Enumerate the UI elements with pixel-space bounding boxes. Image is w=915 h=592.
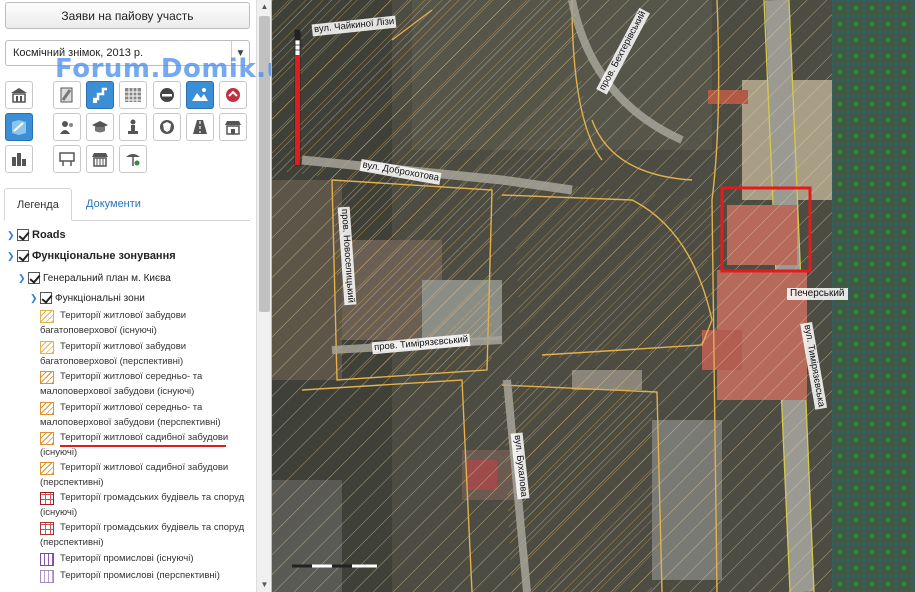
park-icon[interactable]: [119, 145, 147, 173]
legend-swatch: [40, 522, 54, 535]
basemap-select[interactable]: Космічний знімок, 2013 р. ▼: [5, 40, 250, 66]
apply-participation-button[interactable]: Заяви на пайову участь: [5, 2, 250, 29]
legend-text: Території житлової забудови: [60, 341, 187, 352]
tree-item-general-plan[interactable]: ❯ Генеральний план м. Києва: [18, 272, 171, 284]
red-underline: [60, 445, 226, 447]
monument-icon[interactable]: [119, 113, 147, 141]
tree-item-zones[interactable]: ❯ Функціональні зони: [30, 292, 145, 304]
scroll-thumb[interactable]: [259, 16, 270, 312]
district-label: Печерський: [787, 288, 848, 300]
legend-text: Території житлової садибної забудови: [60, 462, 229, 473]
chevron-down-icon[interactable]: ❯: [18, 273, 28, 284]
legend-text: Території житлової середньо- та: [60, 402, 203, 413]
legend-swatch: [40, 492, 54, 505]
layer-panel: Заяви на пайову участь Космічний знімок,…: [0, 0, 272, 592]
legend-text: Території житлової середньо- та: [60, 371, 203, 382]
legend-text: Території громадських будівель та споруд: [60, 492, 245, 503]
education-cap-icon[interactable]: [86, 113, 114, 141]
legend-swatch: [40, 341, 54, 354]
panel-tabs: Легенда Документи: [4, 188, 250, 221]
legend-item: Території житлової забудови багатоповерх…: [40, 308, 250, 338]
scroll-down-icon[interactable]: ▼: [257, 578, 271, 592]
legend-item: Території громадських будівель та споруд…: [40, 520, 250, 550]
shop-icon[interactable]: [219, 113, 247, 141]
tab-legend[interactable]: Легенда: [4, 188, 72, 221]
chevron-down-icon[interactable]: ❯: [7, 251, 17, 262]
roads-checkbox[interactable]: [17, 229, 29, 241]
legend-item: Території промислові (існуючі): [40, 551, 250, 566]
zones-checkbox[interactable]: [40, 292, 52, 304]
legend-item: Території житлової садибної забудови (пе…: [40, 460, 250, 490]
legend-text: Території промислові (перспективні): [60, 570, 220, 581]
chevron-right-icon[interactable]: ❯: [7, 230, 17, 241]
market-icon[interactable]: [86, 145, 114, 173]
terrain-icon[interactable]: [186, 81, 214, 109]
legend-text: (існуючі): [40, 447, 78, 458]
legend-text: малоповерхової забудови (існуючі): [40, 386, 195, 397]
legend-text: (існуючі): [40, 507, 78, 518]
people-icon[interactable]: [53, 113, 81, 141]
legend-swatch: [40, 553, 54, 566]
legend-swatch: [40, 310, 54, 323]
chevron-down-icon[interactable]: ▼: [231, 41, 249, 65]
legend-item: Території громадських будівель та споруд…: [40, 490, 250, 520]
tree-label-zoning: Функціональне зонування: [32, 250, 176, 262]
no-entry-icon[interactable]: [153, 81, 181, 109]
grid-pattern-icon[interactable]: [119, 81, 147, 109]
legend-text: багатоповерхової (перспективні): [40, 356, 184, 367]
basemap-select-value: Космічний знімок, 2013 р.: [13, 47, 144, 59]
legend-swatch: [40, 570, 54, 583]
legend-swatch: [40, 371, 54, 384]
parcel-tool-icon[interactable]: [86, 81, 114, 109]
tree-label-general-plan: Генеральний план м. Києва: [43, 272, 171, 284]
legend-item: Території житлової забудови багатоповерх…: [40, 339, 250, 369]
tree-item-zoning[interactable]: ❯ Функціональне зонування: [7, 250, 176, 262]
tree-label-zones: Функціональні зони: [55, 292, 145, 304]
document-layers-icon[interactable]: [53, 81, 81, 109]
legend-text: багатоповерхової (існуючі): [40, 325, 157, 336]
legend-text: Території промислові (існуючі): [60, 553, 194, 564]
cancel-circle-icon[interactable]: [219, 81, 247, 109]
shield-badge-icon[interactable]: [153, 113, 181, 141]
legend-text: (перспективні): [40, 537, 104, 548]
map-layer-icon[interactable]: [5, 113, 33, 141]
legend-text: малоповерхової забудови (перспективні): [40, 417, 221, 428]
chevron-down-icon[interactable]: ❯: [30, 293, 40, 304]
map-canvas[interactable]: вул. Чайкиної Лізи пров. Бехтерівський в…: [272, 0, 915, 592]
legend-text: (перспективні): [40, 477, 104, 488]
legend-text: Території житлової забудови: [60, 310, 187, 321]
legend-swatch: [40, 402, 54, 415]
billboard-icon[interactable]: [53, 145, 81, 173]
building-icon[interactable]: [5, 81, 33, 109]
city-icon[interactable]: [5, 145, 33, 173]
tree-label-roads: Roads: [32, 229, 66, 241]
legend-swatch: [40, 462, 54, 475]
legend-item: Території промислові (перспективні): [40, 568, 250, 583]
tree-item-roads[interactable]: ❯ Roads: [7, 229, 66, 241]
zoning-checkbox[interactable]: [17, 250, 29, 262]
legend-swatch: [40, 432, 54, 445]
panel-scrollbar[interactable]: ▲ ▼: [256, 0, 271, 592]
legend-text: Території громадських будівель та споруд: [60, 522, 245, 533]
scroll-up-icon[interactable]: ▲: [257, 0, 271, 14]
legend-item: Території житлової середньо- та малопове…: [40, 400, 250, 430]
road-icon[interactable]: [186, 113, 214, 141]
legend-item: Території житлової середньо- та малопове…: [40, 369, 250, 399]
legend-text: Території житлової садибної забудови: [60, 432, 229, 443]
general-plan-checkbox[interactable]: [28, 272, 40, 284]
tab-documents[interactable]: Документи: [74, 188, 153, 221]
